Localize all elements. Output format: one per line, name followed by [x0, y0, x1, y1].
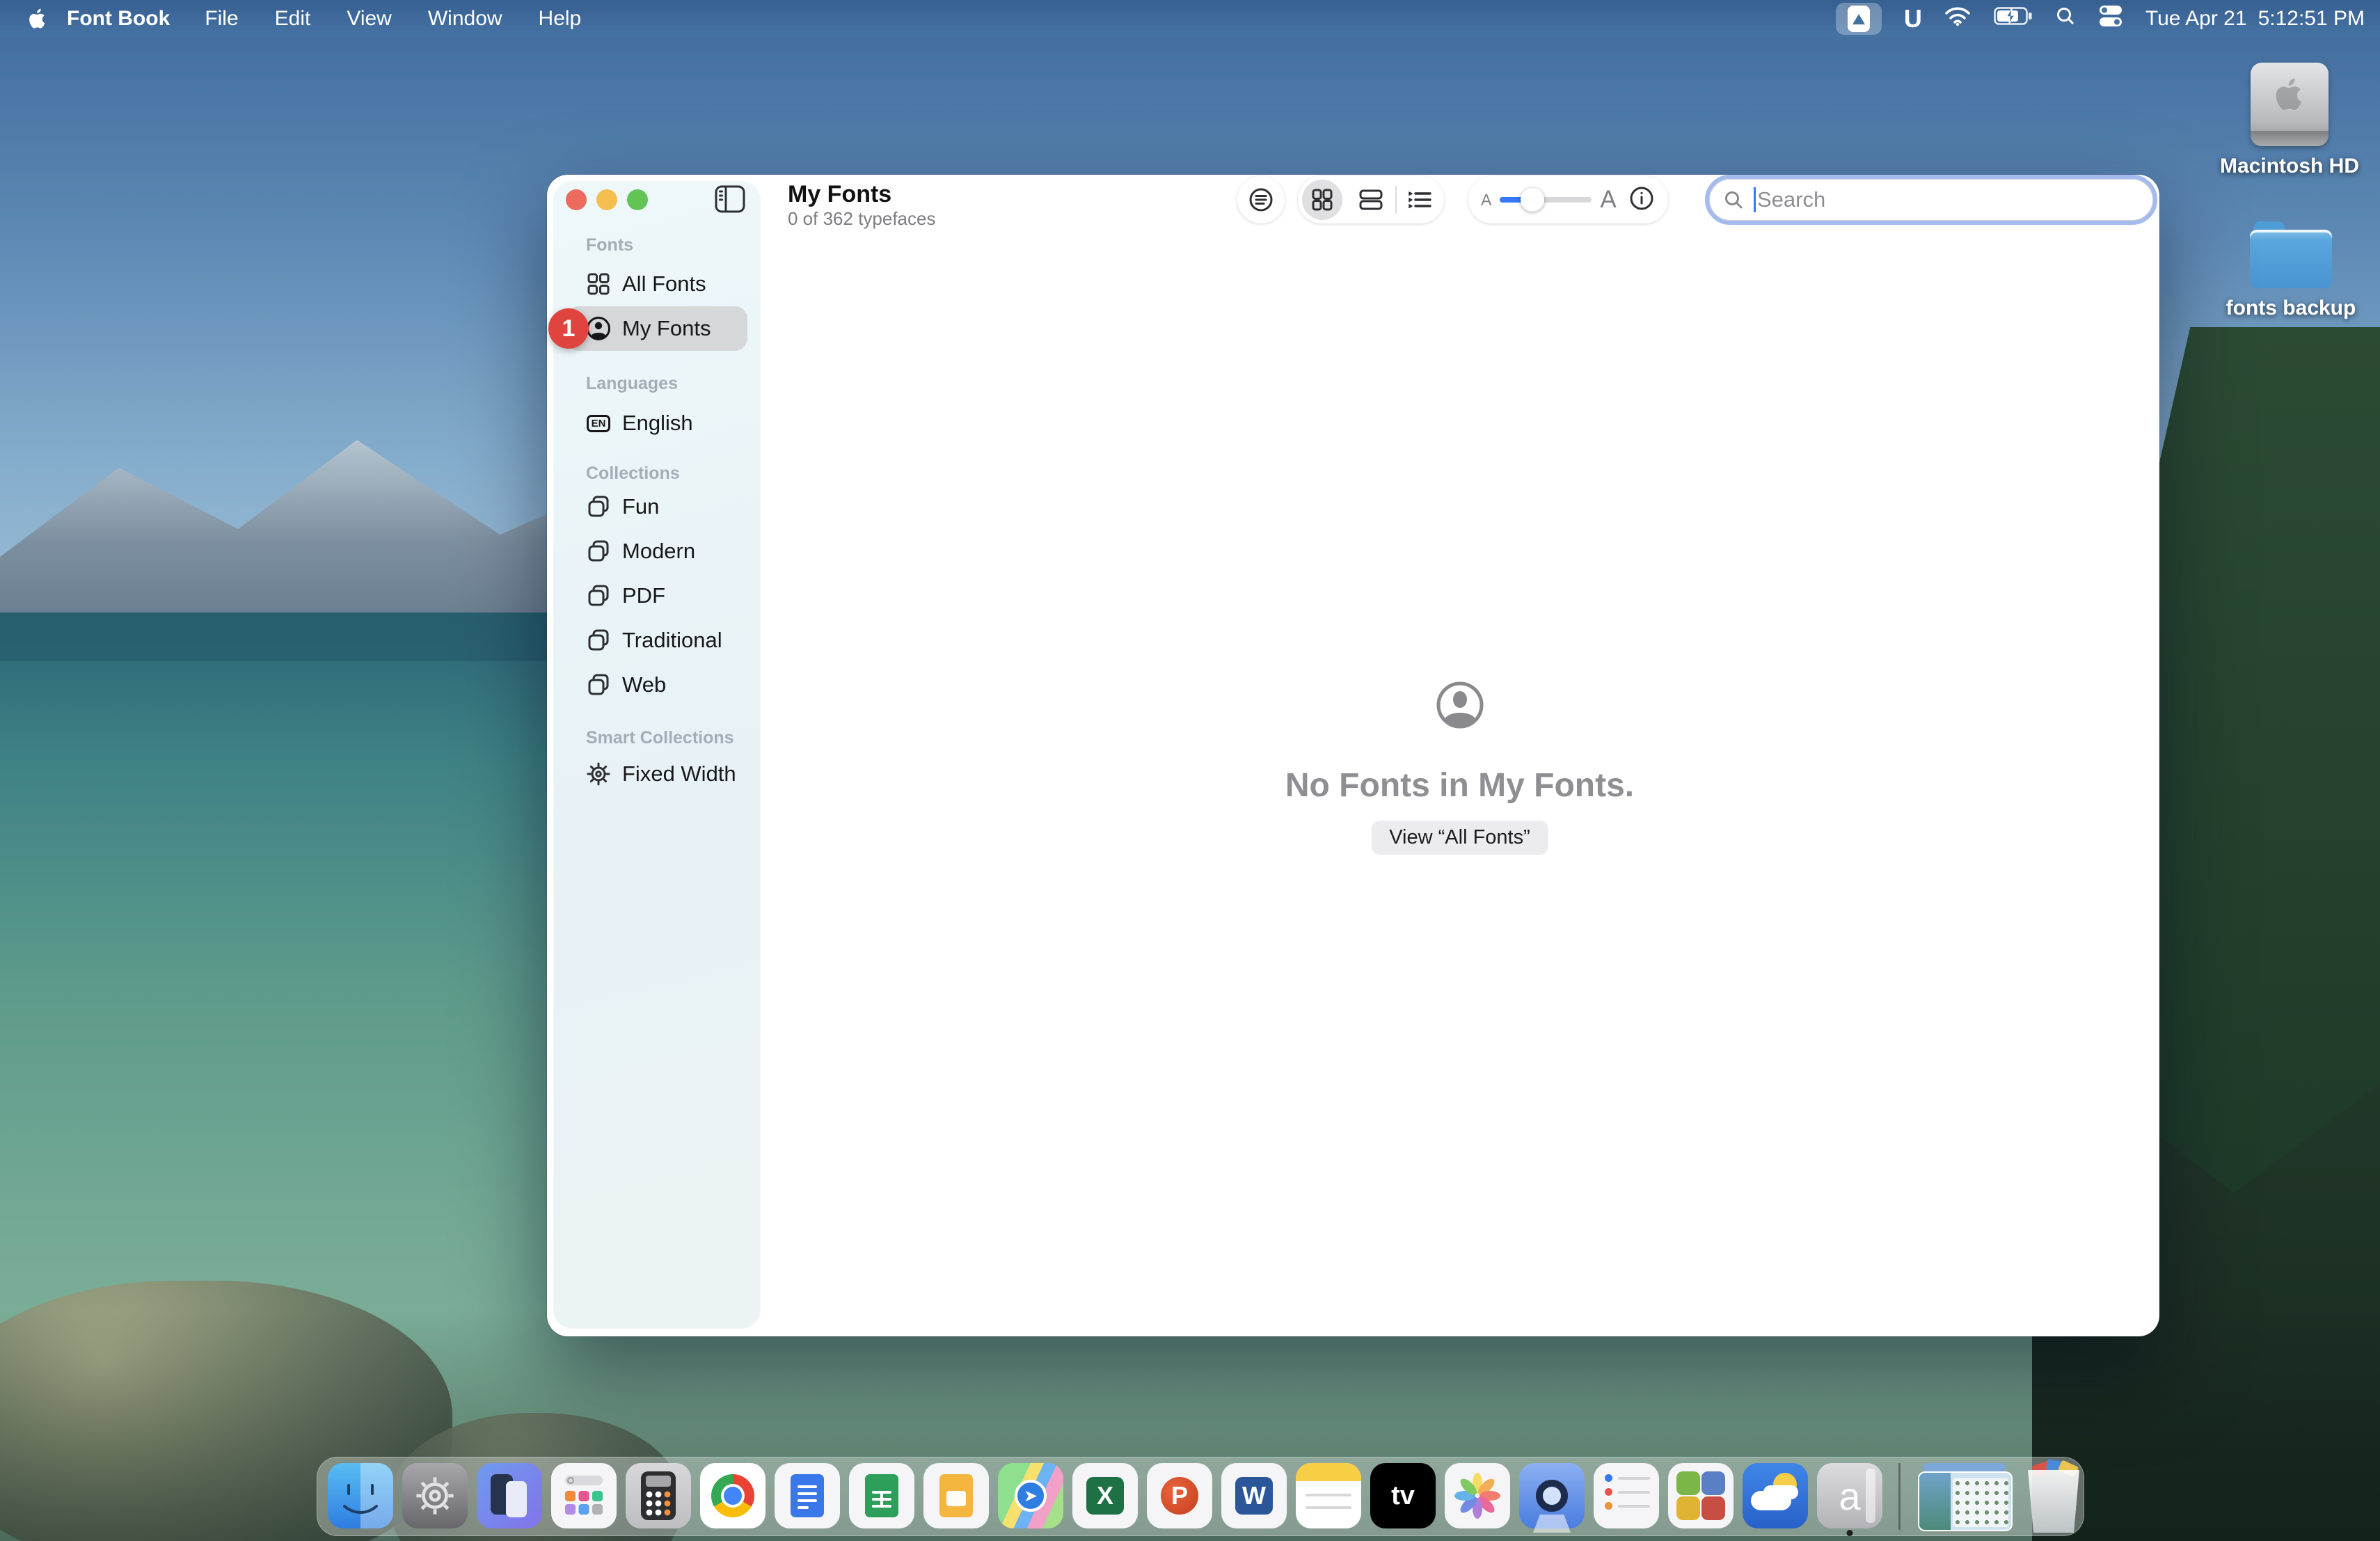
- apple-menu-icon[interactable]: [24, 7, 51, 31]
- dock-maps-icon[interactable]: ➤: [998, 1463, 1063, 1528]
- gear-icon: [585, 761, 612, 787]
- dock-chrome-icon[interactable]: [700, 1463, 765, 1528]
- empty-state: No Fonts in My Fonts. View “All Fonts”: [760, 175, 2159, 1336]
- running-indicator: [1847, 1530, 1853, 1536]
- dock-word-icon[interactable]: W: [1221, 1463, 1287, 1528]
- desktop-icon-label: Macintosh HD: [2220, 155, 2359, 178]
- collection-icon: [585, 539, 612, 564]
- empty-state-title: No Fonts in My Fonts.: [760, 766, 2159, 805]
- folder-icon: [2250, 221, 2332, 288]
- desktop-icon-macintosh-hd[interactable]: Macintosh HD: [2220, 63, 2359, 178]
- menu-view[interactable]: View: [328, 7, 409, 31]
- sidebar-item-fixed-width[interactable]: Fixed Width: [554, 752, 760, 796]
- dock-trash-icon[interactable]: [2023, 1463, 2084, 1533]
- font-book-window: Fonts All Fonts 1 My Fonts Languages EN …: [547, 175, 2159, 1336]
- sidebar-item-label: Traditional: [622, 628, 722, 653]
- sidebar-item-label: PDF: [622, 583, 665, 608]
- sidebar-item-traditional[interactable]: Traditional: [554, 618, 760, 663]
- dock-calculator-icon[interactable]: [626, 1463, 691, 1528]
- collection-icon: [585, 494, 612, 519]
- dock-google-docs-icon[interactable]: [775, 1463, 840, 1528]
- sidebar-item-my-fonts[interactable]: 1 My Fonts: [566, 306, 747, 351]
- collection-icon: [585, 672, 612, 697]
- sidebar-section-collections: Collections: [554, 464, 760, 482]
- dock-excel-icon[interactable]: X: [1072, 1463, 1138, 1528]
- dock-google-sheets-icon[interactable]: [849, 1463, 914, 1528]
- dock-system-settings-icon[interactable]: [402, 1463, 468, 1528]
- collection-icon: [585, 583, 612, 608]
- dock-preview-icon[interactable]: [1519, 1463, 1585, 1528]
- view-all-fonts-button[interactable]: View “All Fonts”: [1371, 821, 1548, 855]
- menu-clock[interactable]: Tue Apr 21 5:12:51 PM: [2145, 7, 2365, 31]
- dock-powerpoint-icon[interactable]: P: [1147, 1463, 1212, 1528]
- en-language-icon: EN: [585, 415, 612, 432]
- dock-weather-icon[interactable]: [1743, 1463, 1808, 1528]
- menu-help[interactable]: Help: [521, 7, 600, 31]
- dock-google-slides-icon[interactable]: [923, 1463, 989, 1528]
- dock-notes-icon[interactable]: [1296, 1463, 1361, 1528]
- person-circle-icon: [585, 315, 612, 342]
- sidebar-section-smart-collections: Smart Collections: [554, 729, 760, 747]
- dock-color-tiles-app-icon[interactable]: [1668, 1463, 1734, 1528]
- dock-finder-icon[interactable]: [328, 1463, 393, 1528]
- battery-charging-icon[interactable]: [1994, 7, 2033, 31]
- sidebar-item-web[interactable]: Web: [554, 663, 760, 707]
- sidebar: Fonts All Fonts 1 My Fonts Languages EN …: [554, 182, 760, 1328]
- sidebar-item-all-fonts[interactable]: All Fonts: [554, 262, 760, 306]
- dock-minimized-window-thumbnail[interactable]: [1917, 1463, 2014, 1530]
- dock: ➤ X P W tv a: [317, 1457, 2084, 1536]
- dock-font-book-icon[interactable]: a: [1817, 1463, 1882, 1528]
- person-circle-icon: [1435, 680, 1485, 734]
- desktop-icon-fonts-backup[interactable]: fonts backup: [2221, 221, 2361, 320]
- zoom-button[interactable]: [627, 189, 648, 210]
- sidebar-item-english[interactable]: EN English: [554, 401, 760, 445]
- spotlight-icon[interactable]: [2055, 6, 2076, 32]
- sidebar-section-fonts: Fonts: [554, 236, 760, 254]
- sidebar-section-languages: Languages: [554, 374, 760, 393]
- wifi-icon[interactable]: [1944, 5, 1972, 33]
- sidebar-item-label: Fixed Width: [622, 761, 736, 787]
- sidebar-item-label: My Fonts: [622, 316, 711, 341]
- dock-iphone-mirroring-icon[interactable]: [477, 1463, 542, 1528]
- grid-icon: [585, 271, 612, 297]
- menu-app-name[interactable]: Font Book: [67, 7, 170, 31]
- menu-bar: Font Book File Edit View Window Help U T…: [0, 0, 2380, 38]
- collection-icon: [585, 628, 612, 653]
- sidebar-item-label: Web: [622, 672, 666, 697]
- desktop-icon-label: fonts backup: [2221, 297, 2361, 320]
- dock-reminders-icon[interactable]: [1594, 1463, 1659, 1528]
- dock-photos-icon[interactable]: [1445, 1463, 1510, 1528]
- status-app-highlight-icon[interactable]: [1836, 3, 1882, 35]
- menu-time: 5:12:51 PM: [2258, 7, 2365, 31]
- sidebar-toggle-icon[interactable]: [714, 184, 746, 214]
- sidebar-item-label: All Fonts: [622, 271, 706, 297]
- menu-file[interactable]: File: [187, 7, 256, 31]
- control-center-icon[interactable]: [2098, 4, 2123, 33]
- sidebar-item-modern[interactable]: Modern: [554, 529, 760, 574]
- sidebar-item-label: Fun: [622, 494, 659, 519]
- step-1-annotation-badge: 1: [548, 308, 589, 349]
- sidebar-item-label: Modern: [622, 539, 695, 564]
- sidebar-item-fun[interactable]: Fun: [554, 484, 760, 529]
- minimize-button[interactable]: [596, 189, 617, 210]
- menu-window[interactable]: Window: [410, 7, 521, 31]
- dock-apple-tv-icon[interactable]: tv: [1370, 1463, 1436, 1528]
- close-button[interactable]: [566, 189, 587, 210]
- hard-drive-icon: [2251, 63, 2329, 146]
- menu-edit[interactable]: Edit: [257, 7, 329, 31]
- sidebar-item-pdf[interactable]: PDF: [554, 574, 760, 618]
- status-u-app-icon[interactable]: U: [1904, 4, 1921, 33]
- menu-date: Tue Apr 21: [2145, 7, 2247, 31]
- dock-divider: [1898, 1463, 1901, 1530]
- sidebar-item-label: English: [622, 411, 693, 436]
- dock-launchpad-icon[interactable]: [551, 1463, 617, 1528]
